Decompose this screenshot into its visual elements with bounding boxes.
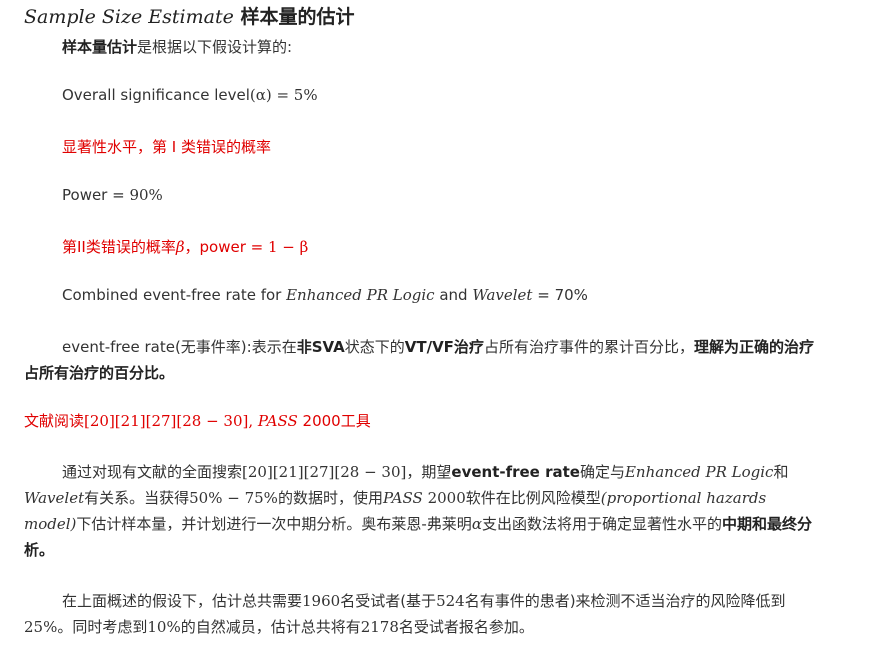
combined-rate-line: Combined event-free rate for Enhanced PR…: [62, 286, 588, 304]
refs-text-2: 2000工具: [297, 412, 371, 430]
summary-num-2: 524: [436, 592, 465, 610]
intro-line: 样本量估计是根据以下假设计算的:: [62, 36, 292, 57]
summary-text-2: 名受试者(基于: [340, 592, 437, 610]
efr-bold-2: VT/VF治疗: [404, 338, 484, 356]
summary-paragraph: 在上面概述的假设下，估计总共需要1960名受试者(基于524名有事件的患者)来检…: [24, 588, 814, 640]
search-text-1: 通过对现有文献的全面搜索: [62, 463, 243, 481]
refs-text-1: 文献阅读: [24, 412, 85, 430]
search-text-4: 和: [773, 463, 789, 481]
beta-prefix: 第II类错误的概率: [62, 238, 176, 256]
title-math: Sample Size Estimate: [24, 6, 234, 28]
alpha-label: Overall significance level: [62, 86, 250, 104]
combined-mid: and: [434, 286, 473, 304]
document-page: Sample Size Estimate 样本量的估计 样本量估计是根据以下假设…: [0, 0, 883, 647]
search-text-5: 有关系。当获得: [84, 489, 190, 507]
beta-expr: 1 − β: [268, 238, 309, 256]
power-value: 90%: [129, 186, 163, 204]
efr-paragraph: event-free rate(无事件率):表示在非SVA状态下的VT/VF治疗…: [24, 334, 814, 386]
efr-text-1: event-free rate(无事件率):表示在: [62, 338, 297, 356]
search-version: 2000: [422, 489, 466, 507]
power-line: Power = 90%: [62, 186, 163, 204]
efr-text-3: 占所有治疗事件的累计百分比，: [483, 338, 694, 356]
summary-text-6: 名受试者报名参加。: [398, 618, 534, 636]
title-text: 样本量的估计: [240, 6, 355, 28]
refs-citations: [20][21][27][28 − 30],: [84, 412, 258, 430]
beta-symbol: β: [175, 238, 185, 256]
search-paragraph: 通过对现有文献的全面搜索[20][21][27][28 − 30]，期望even…: [24, 459, 814, 563]
alpha-line: Overall significance level(α) = 5%: [62, 86, 318, 104]
summary-text-4: 。同时考虑到: [57, 618, 148, 636]
combined-math-2: Wavelet: [472, 286, 533, 304]
search-math-2: Wavelet: [24, 489, 85, 507]
search-text-8: 下估计样本量，并计划进行一次中期分析。奥布莱恩-弗莱明: [76, 515, 472, 533]
alpha-note: 显著性水平，第 I 类错误的概率: [62, 138, 271, 156]
search-math-1: Enhanced PR Logic: [624, 463, 774, 481]
search-alpha: α: [471, 515, 482, 533]
search-text-7: 软件在比例风险模型: [465, 489, 601, 507]
efr-text-2: 状态下的: [344, 338, 405, 356]
search-bold-1: event-free rate: [451, 463, 580, 481]
refs-pass: PASS: [257, 412, 298, 430]
search-text-3: 确定与: [579, 463, 625, 481]
efr-bold-1: 非SVA: [296, 338, 345, 356]
alpha-math: (α) = 5%: [249, 86, 318, 104]
summary-num-5: 2178: [360, 618, 399, 636]
combined-prefix: Combined event-free rate for: [62, 286, 287, 304]
summary-num-3: 25%: [24, 618, 58, 636]
search-text-6: 的数据时，使用: [277, 489, 383, 507]
combined-math-1: Enhanced PR Logic: [286, 286, 435, 304]
summary-text-5: 的自然减员，估计总共将有: [180, 618, 361, 636]
search-range: 50% − 75%: [189, 489, 278, 507]
intro-bold: 样本量估计: [62, 38, 138, 56]
summary-text-3: 名有事件的患者)来检测不适当治疗的风险降低到: [464, 592, 786, 610]
summary-num-1: 1960: [302, 592, 341, 610]
beta-note: 第II类错误的概率β，power = 1 − β: [62, 236, 308, 257]
search-pass: PASS: [382, 489, 423, 507]
search-text-2: ，期望: [406, 463, 452, 481]
search-text-9: 支出函数法将用于确定显著性水平的: [481, 515, 722, 533]
refs-line: 文献阅读[20][21][27][28 − 30], PASS 2000工具: [24, 408, 814, 434]
summary-num-4: 10%: [147, 618, 181, 636]
power-label: Power =: [62, 186, 130, 204]
search-citations: [20][21][27][28 − 30]: [242, 463, 407, 481]
combined-suffix: = 70%: [532, 286, 588, 304]
page-title: Sample Size Estimate 样本量的估计: [24, 2, 354, 29]
summary-text-1: 在上面概述的假设下，估计总共需要: [62, 592, 303, 610]
beta-mid: ，power =: [184, 238, 268, 256]
intro-rest: 是根据以下假设计算的:: [137, 38, 293, 56]
